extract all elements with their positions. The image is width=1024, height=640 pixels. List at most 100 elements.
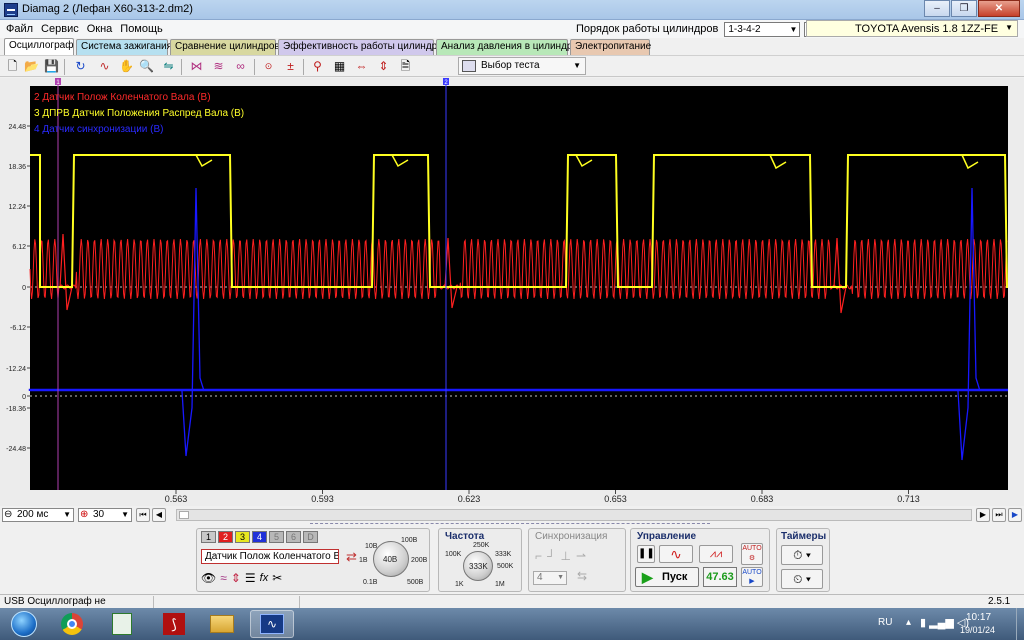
channel-group: 123456D Датчик Полож Коленчатого Ва ⇄ 👁 … <box>196 528 430 592</box>
frequency-label: 333K <box>495 551 512 558</box>
start-button[interactable]: ▶ Пуск <box>635 567 699 587</box>
pulse-mode-button[interactable]: ⩘⩘ <box>699 545 733 563</box>
channel-button-4[interactable]: 4 <box>252 531 267 543</box>
wave-icon[interactable]: ≈ <box>220 569 227 587</box>
show-desktop-button[interactable] <box>1016 608 1024 640</box>
tab-cylinder-compare[interactable]: Сравнение цилиндров <box>170 39 280 55</box>
overlay-icon[interactable]: ∞ <box>232 58 249 75</box>
cylinder-order-select[interactable]: 1-3-4-2 ▼ <box>724 21 801 37</box>
document-icon[interactable]: 🗎 <box>397 58 414 75</box>
menu-file[interactable]: Файл <box>0 20 35 35</box>
tab-pressure-analysis[interactable]: Анализ давления в цилиндре <box>436 39 578 55</box>
voltage-label: 500В <box>407 579 424 586</box>
maximize-button[interactable]: ❐ <box>951 0 977 17</box>
vertical-arrows-icon[interactable]: ⇕ <box>231 569 241 587</box>
legend-entry: 3 ДПРВ Датчик Положения Распред Вала (В) <box>34 108 244 119</box>
menu-help[interactable]: Помощь <box>114 20 165 35</box>
zoom-icon[interactable]: 🔍 <box>138 58 155 75</box>
eye-icon[interactable]: 👁 <box>201 569 216 587</box>
channel-button-3[interactable]: 3 <box>235 531 250 543</box>
timer-start-button[interactable]: ⏱ ▾ <box>781 545 823 565</box>
minus-circle-icon: ⊖ <box>4 509 13 520</box>
filter-icon[interactable]: ⚲ <box>309 58 326 75</box>
wave-select-icon[interactable]: ∿ <box>96 58 113 75</box>
frequency-label: 250K <box>473 542 490 549</box>
next-button[interactable]: ▶ <box>976 508 990 522</box>
x-tick-label: 0.653 <box>604 494 627 504</box>
expand-icon[interactable]: ≋ <box>210 58 227 75</box>
menu-service[interactable]: Сервис <box>35 20 81 35</box>
clock-date[interactable]: 19/01/24 <box>960 625 995 635</box>
sync-edge-icons[interactable]: ⌐┘⊥⇀ <box>535 549 591 563</box>
timer-stop-button[interactable]: ⏲ ▾ <box>781 569 823 589</box>
sine-mode-button[interactable]: ∿ <box>659 545 693 563</box>
tools-icon[interactable]: ✂ <box>272 569 282 587</box>
sync-channel-select[interactable]: 4 ▼ <box>533 571 567 585</box>
tab-cylinder-efficiency[interactable]: Эффективность работы цилиндров <box>278 39 448 55</box>
timebase-select[interactable]: ⊖ 200 мс ▼ <box>2 508 74 522</box>
loop-icon[interactable]: ↻ <box>72 58 89 75</box>
window-title: Diamag 2 (Лефан X60-313-2.dm2) <box>22 3 193 15</box>
zero-icon[interactable]: ± <box>282 58 299 75</box>
channel-sensor-select[interactable]: Датчик Полож Коленчатого Ва <box>201 549 339 564</box>
oscilloscope-view[interactable]: 24.48 18.36 12.24 6.12 0 -6.12 -12.24 0 -18.36 -2… <box>0 78 1024 506</box>
window-controls: – ❐ ✕ <box>923 0 1020 18</box>
split-icon[interactable]: ⇕ <box>375 58 392 75</box>
scroll-thumb[interactable] <box>179 511 189 519</box>
prev-button[interactable]: ◀ <box>152 508 166 522</box>
tab-power-supply[interactable]: Электропитание <box>570 39 651 55</box>
notepad-app-icon[interactable] <box>100 610 144 638</box>
voltage-label: 1В <box>359 557 368 564</box>
new-file-icon[interactable]: 🗋 <box>4 58 21 75</box>
play-scroll-button[interactable]: ▶ <box>1008 508 1022 522</box>
test-select[interactable]: Выбор теста ▼ <box>458 57 586 75</box>
save-icon[interactable]: 💾 <box>43 58 60 75</box>
channel-button-2[interactable]: 2 <box>218 531 233 543</box>
sync-mode-icon[interactable]: ⇆ <box>577 569 587 583</box>
voltage-label: 10В <box>365 543 378 550</box>
zoom-select[interactable]: ⊕ 30 ▼ <box>78 508 132 522</box>
hand-pan-icon[interactable]: ✋ <box>118 58 135 75</box>
channel-switch-icon[interactable]: ⇄ <box>343 548 360 565</box>
first-page-button[interactable]: ⏮ <box>136 508 150 522</box>
splitter-handle[interactable] <box>310 523 710 527</box>
measure-icon[interactable]: ⇋ <box>160 58 177 75</box>
explorer-folder-icon[interactable] <box>200 610 244 638</box>
pdf-reader-icon[interactable]: ⟆ <box>152 610 196 638</box>
tab-oscilloscope[interactable]: Осциллограф <box>4 38 74 55</box>
tab-ignition[interactable]: Система зажигания <box>76 39 172 55</box>
horizontal-scrollbar[interactable] <box>176 509 972 521</box>
close-button[interactable]: ✕ <box>978 0 1020 17</box>
clock-time[interactable]: 10:17 <box>966 612 991 623</box>
tray-arrow-icon[interactable]: ▴ <box>906 617 911 628</box>
start-orb-icon[interactable] <box>2 610 46 638</box>
auto-icon[interactable]: ⊙ <box>260 58 277 75</box>
menu-windows[interactable]: Окна <box>81 20 115 35</box>
chrome-icon[interactable] <box>50 610 94 638</box>
chevron-down-icon: ▼ <box>789 24 798 34</box>
cursor-icon[interactable]: ⇔ <box>353 58 370 75</box>
lines-icon[interactable]: ☰ <box>245 569 256 587</box>
open-folder-icon[interactable]: 📂 <box>23 58 40 75</box>
title-bar: Diamag 2 (Лефан X60-313-2.dm2) – ❐ ✕ <box>0 0 1024 20</box>
fx-icon[interactable]: fx <box>260 569 269 587</box>
grid-icon[interactable]: ▦ <box>331 58 348 75</box>
sync-title: Синхронизация <box>535 531 608 542</box>
pause-button[interactable]: ❚❚ <box>637 545 655 563</box>
channel-button-5[interactable]: 5 <box>269 531 284 543</box>
voltage-label: 200В <box>411 557 428 564</box>
channel-button-1[interactable]: 1 <box>201 531 216 543</box>
chevron-down-icon: ▼ <box>121 510 129 519</box>
language-indicator[interactable]: RU <box>878 617 892 628</box>
last-page-button[interactable]: ⏭ <box>992 508 1006 522</box>
channel-button-D[interactable]: D <box>303 531 318 543</box>
auto-run-button[interactable]: AUTO ▶ <box>741 567 763 587</box>
taskbar: ⟆ ∿ RU ▴ ▮ ▂▄▆ ◁) 10:17 19/01/24 <box>0 608 1024 640</box>
car-model-select[interactable]: TOYOTA Avensis 1.8 1ZZ-FE ▼ <box>806 20 1018 37</box>
compress-icon[interactable]: ⋈ <box>188 58 205 75</box>
channel-button-6[interactable]: 6 <box>286 531 301 543</box>
minimize-button[interactable]: – <box>924 0 950 17</box>
status-bar: USB Осциллограф не подключен 2.5.1 <box>0 594 1024 619</box>
diamag-task-icon[interactable]: ∿ <box>250 610 294 638</box>
auto-settings-button[interactable]: AUTO ⚙ <box>741 543 763 565</box>
